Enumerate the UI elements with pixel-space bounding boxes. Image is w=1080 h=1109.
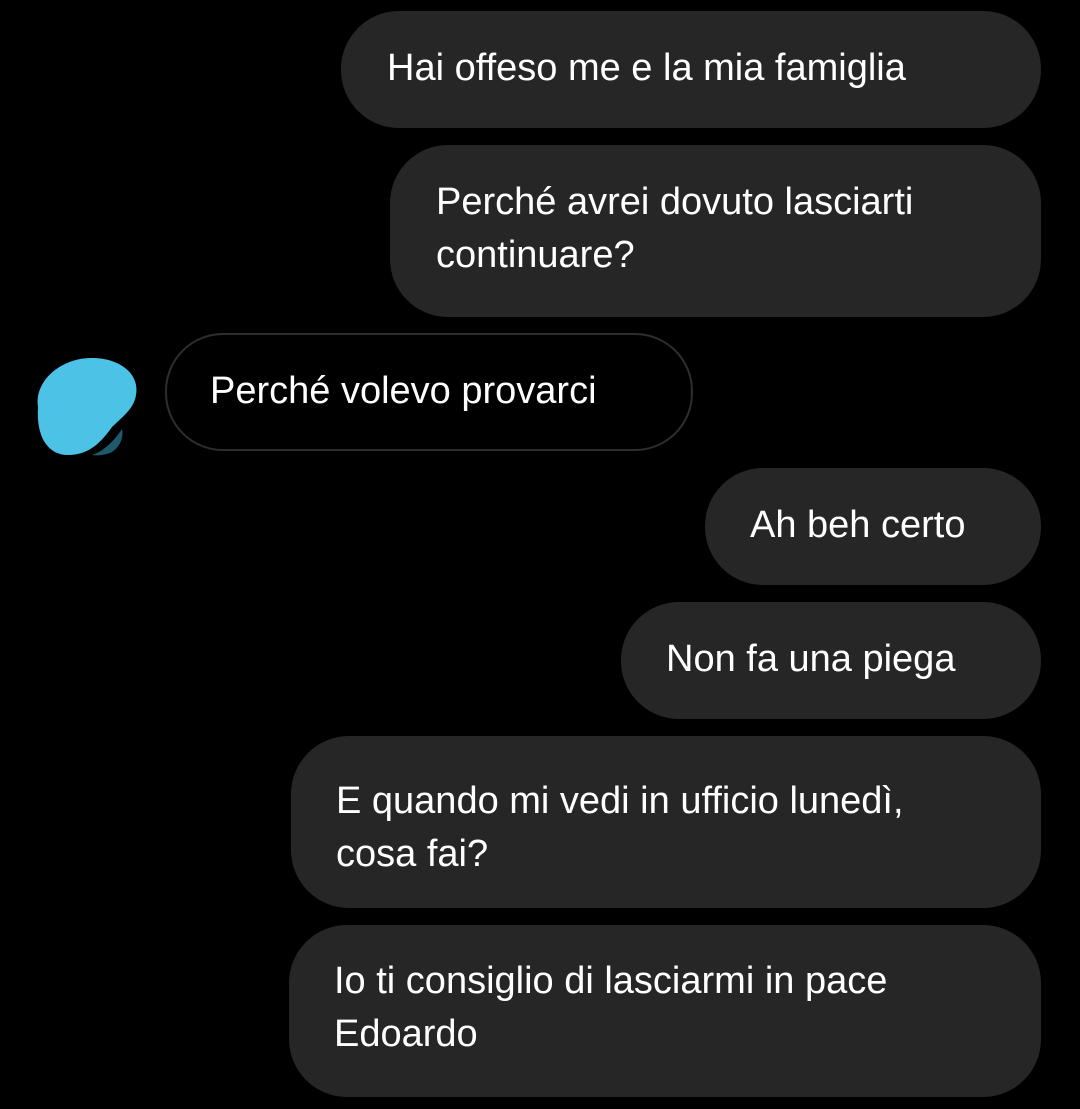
message-text-line: Ah beh certo — [750, 504, 966, 546]
message-text-line: Perché avrei dovuto lasciarti — [436, 181, 914, 223]
message-bubble-sent[interactable]: E quando mi vedi in ufficio lunedì, cosa… — [291, 736, 1041, 908]
message-bubble-sent[interactable]: Perché avrei dovuto lasciarti continuare… — [390, 145, 1041, 317]
message-bubble-sent[interactable]: Ah beh certo — [705, 468, 1041, 585]
message-text-line: Non fa una piega — [666, 638, 956, 680]
message-bubble-sent[interactable]: Non fa una piega — [621, 602, 1041, 719]
message-text-line: Io ti consiglio di lasciarmi in pace — [334, 960, 888, 1002]
message-bubble-sent[interactable]: Io ti consiglio di lasciarmi in pace Edo… — [289, 925, 1041, 1097]
message-text-line: Edoardo — [334, 1013, 478, 1055]
message-text-line: Perché volevo provarci — [210, 370, 597, 412]
message-bubble-sent[interactable]: Hai offeso me e la mia famiglia — [341, 11, 1041, 128]
blurred-avatar-icon — [37, 357, 137, 456]
message-text-line: Hai offeso me e la mia famiglia — [387, 47, 906, 89]
contact-avatar[interactable] — [30, 355, 142, 461]
message-bubble-received[interactable]: Perché volevo provarci — [165, 333, 693, 451]
message-text-line: E quando mi vedi in ufficio lunedì, — [336, 780, 904, 822]
message-text-line: cosa fai? — [336, 833, 489, 875]
message-text-line: continuare? — [436, 234, 635, 276]
